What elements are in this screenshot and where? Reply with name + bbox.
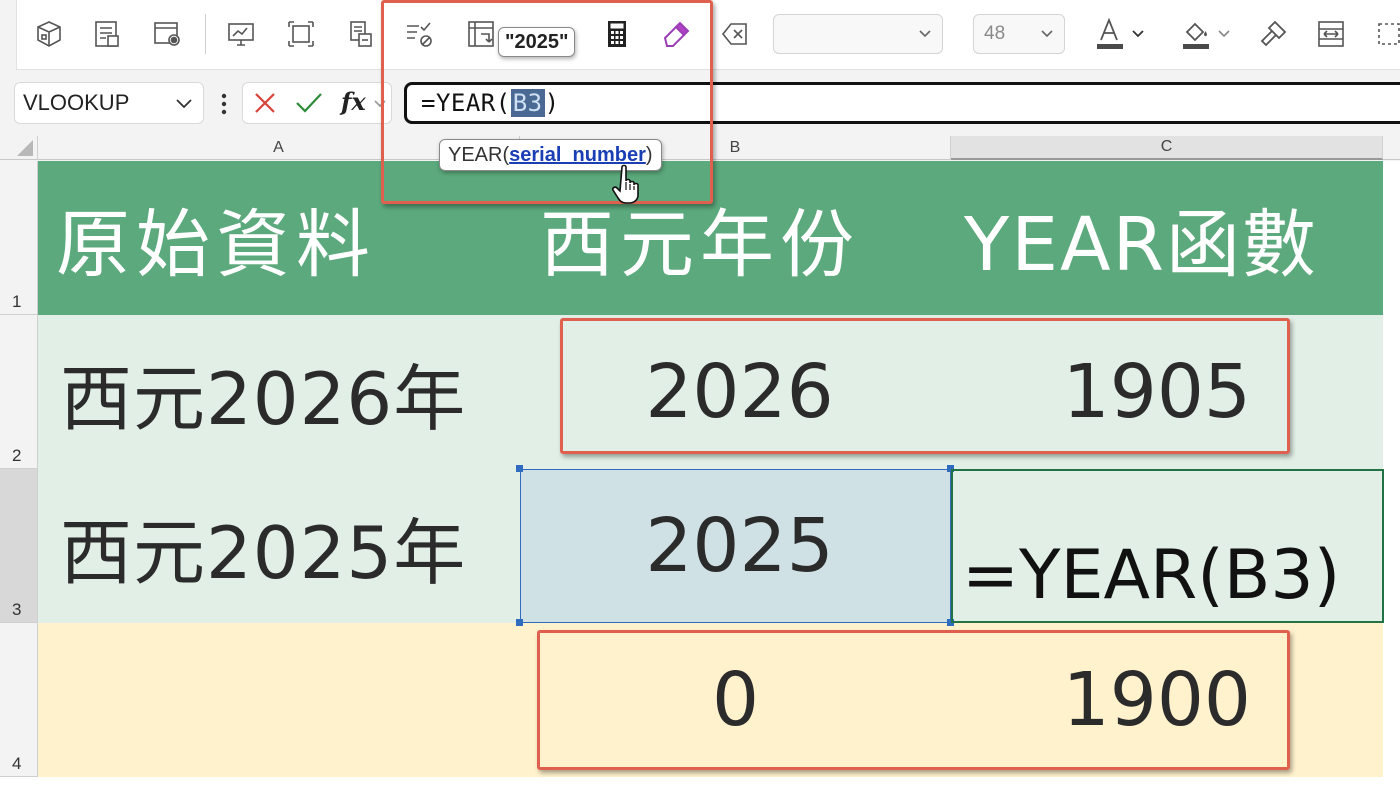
document-inspect-icon[interactable] xyxy=(341,14,381,54)
cell-b3[interactable]: 2025 xyxy=(520,469,951,623)
annotation-box-row-4 xyxy=(537,630,1290,770)
value-tooltip: "2025" xyxy=(498,27,576,57)
font-color-button[interactable] xyxy=(1091,14,1153,54)
empty-grid-area xyxy=(0,777,1400,792)
formula-commands: fx xyxy=(242,82,392,124)
record-macro-icon[interactable] xyxy=(147,14,187,54)
cell-a3[interactable]: 西元2025年 xyxy=(60,469,466,623)
ribbon-separator xyxy=(205,14,206,54)
cell-c3[interactable]: =YEAR(B3) xyxy=(962,520,1340,630)
name-box-value: VLOOKUP xyxy=(23,90,130,115)
chevron-down-icon[interactable] xyxy=(175,96,193,112)
select-objects-icon[interactable] xyxy=(281,14,321,54)
cell-a2[interactable]: 西元2026年 xyxy=(60,315,466,469)
enter-check-icon[interactable] xyxy=(295,91,323,115)
font-size-dropdown[interactable]: 48 xyxy=(973,14,1065,54)
function-close-paren: ) xyxy=(645,143,653,166)
fill-color-button[interactable] xyxy=(1177,14,1239,54)
hand-cursor-icon xyxy=(612,164,639,204)
row-header-1[interactable]: 1 xyxy=(0,161,38,315)
select-all-corner[interactable] xyxy=(0,136,38,160)
chevron-down-icon[interactable] xyxy=(1217,27,1231,41)
cancel-icon[interactable] xyxy=(253,91,277,115)
vertical-dots-icon[interactable] xyxy=(216,92,232,116)
cell-c1[interactable]: YEAR函數 xyxy=(964,161,1318,315)
annotation-box-row-2 xyxy=(560,318,1290,454)
screen-icon[interactable] xyxy=(221,14,261,54)
font-color-icon xyxy=(1097,17,1123,49)
chevron-down-icon xyxy=(1041,30,1053,38)
format-painter-icon[interactable] xyxy=(1253,14,1293,54)
column-header-c[interactable]: C xyxy=(951,136,1383,160)
insert-function-icon[interactable]: fx xyxy=(341,87,366,116)
column-width-icon[interactable] xyxy=(1311,14,1351,54)
row-header-3[interactable]: 3 xyxy=(0,469,38,623)
fill-color-icon xyxy=(1183,22,1209,49)
next-column-area xyxy=(1383,161,1400,777)
function-name: YEAR( xyxy=(448,143,510,166)
font-size-value: 48 xyxy=(984,23,1006,44)
chevron-down-icon xyxy=(919,30,931,38)
row-header-2[interactable]: 2 xyxy=(0,315,38,469)
row-header-4[interactable]: 4 xyxy=(0,623,38,777)
clear-tag-icon[interactable] xyxy=(715,14,755,54)
select-all-icon xyxy=(17,140,33,156)
chevron-down-icon[interactable] xyxy=(1131,27,1145,41)
name-box[interactable]: VLOOKUP xyxy=(14,82,204,124)
cell-a1[interactable]: 原始資料 xyxy=(56,161,376,315)
3d-model-icon[interactable] xyxy=(29,14,69,54)
font-name-dropdown[interactable] xyxy=(773,14,943,54)
form-icon[interactable] xyxy=(87,14,127,54)
more-icon[interactable] xyxy=(1369,14,1400,54)
